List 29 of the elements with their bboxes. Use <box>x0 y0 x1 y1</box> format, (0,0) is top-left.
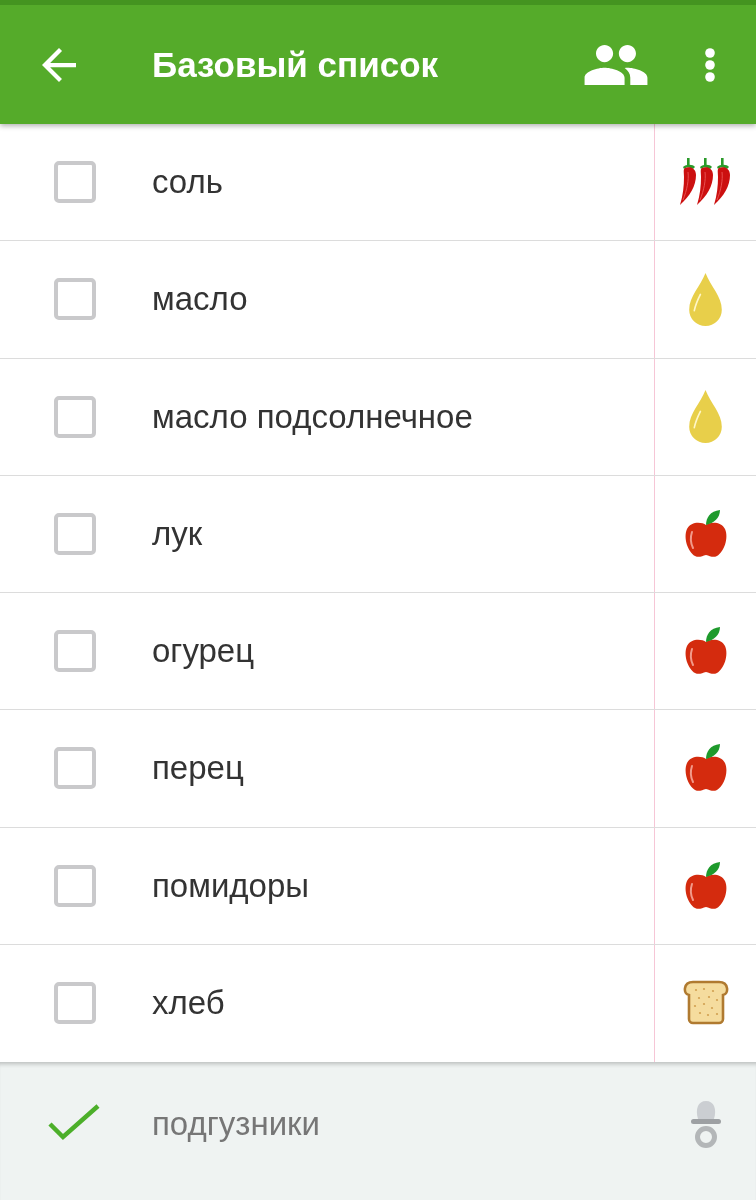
item-label: перец <box>152 749 245 788</box>
oil-drop-icon <box>689 272 722 326</box>
chili-peppers-icon <box>678 158 733 207</box>
item-label: масло <box>152 280 249 319</box>
item-label: лук <box>152 514 204 553</box>
pacifier-icon <box>688 1099 723 1149</box>
list-title: Базовый список <box>152 44 440 85</box>
item-label: подгузники <box>152 1105 321 1144</box>
item-label: соль <box>152 163 224 202</box>
item-label: помидоры <box>152 866 311 905</box>
checkbox[interactable] <box>54 395 96 438</box>
bread-icon <box>681 980 730 1026</box>
checkbox[interactable] <box>54 512 96 555</box>
checkbox[interactable] <box>54 747 96 790</box>
back-button[interactable] <box>42 47 76 82</box>
more-menu-button[interactable] <box>704 47 716 82</box>
checkbox[interactable] <box>54 864 96 907</box>
item-label: хлеб <box>152 983 226 1022</box>
item-label: масло подсолнечное <box>152 397 474 436</box>
checkbox[interactable] <box>54 278 96 321</box>
back-arrow-icon <box>42 47 76 82</box>
share-button[interactable] <box>584 44 648 85</box>
checkbox[interactable] <box>54 981 96 1024</box>
oil-drop-icon <box>689 390 722 444</box>
checkbox[interactable] <box>54 161 96 204</box>
people-icon <box>584 44 648 85</box>
checkbox[interactable] <box>54 630 96 673</box>
more-vert-icon <box>704 47 716 82</box>
item-label: огурец <box>152 632 256 671</box>
